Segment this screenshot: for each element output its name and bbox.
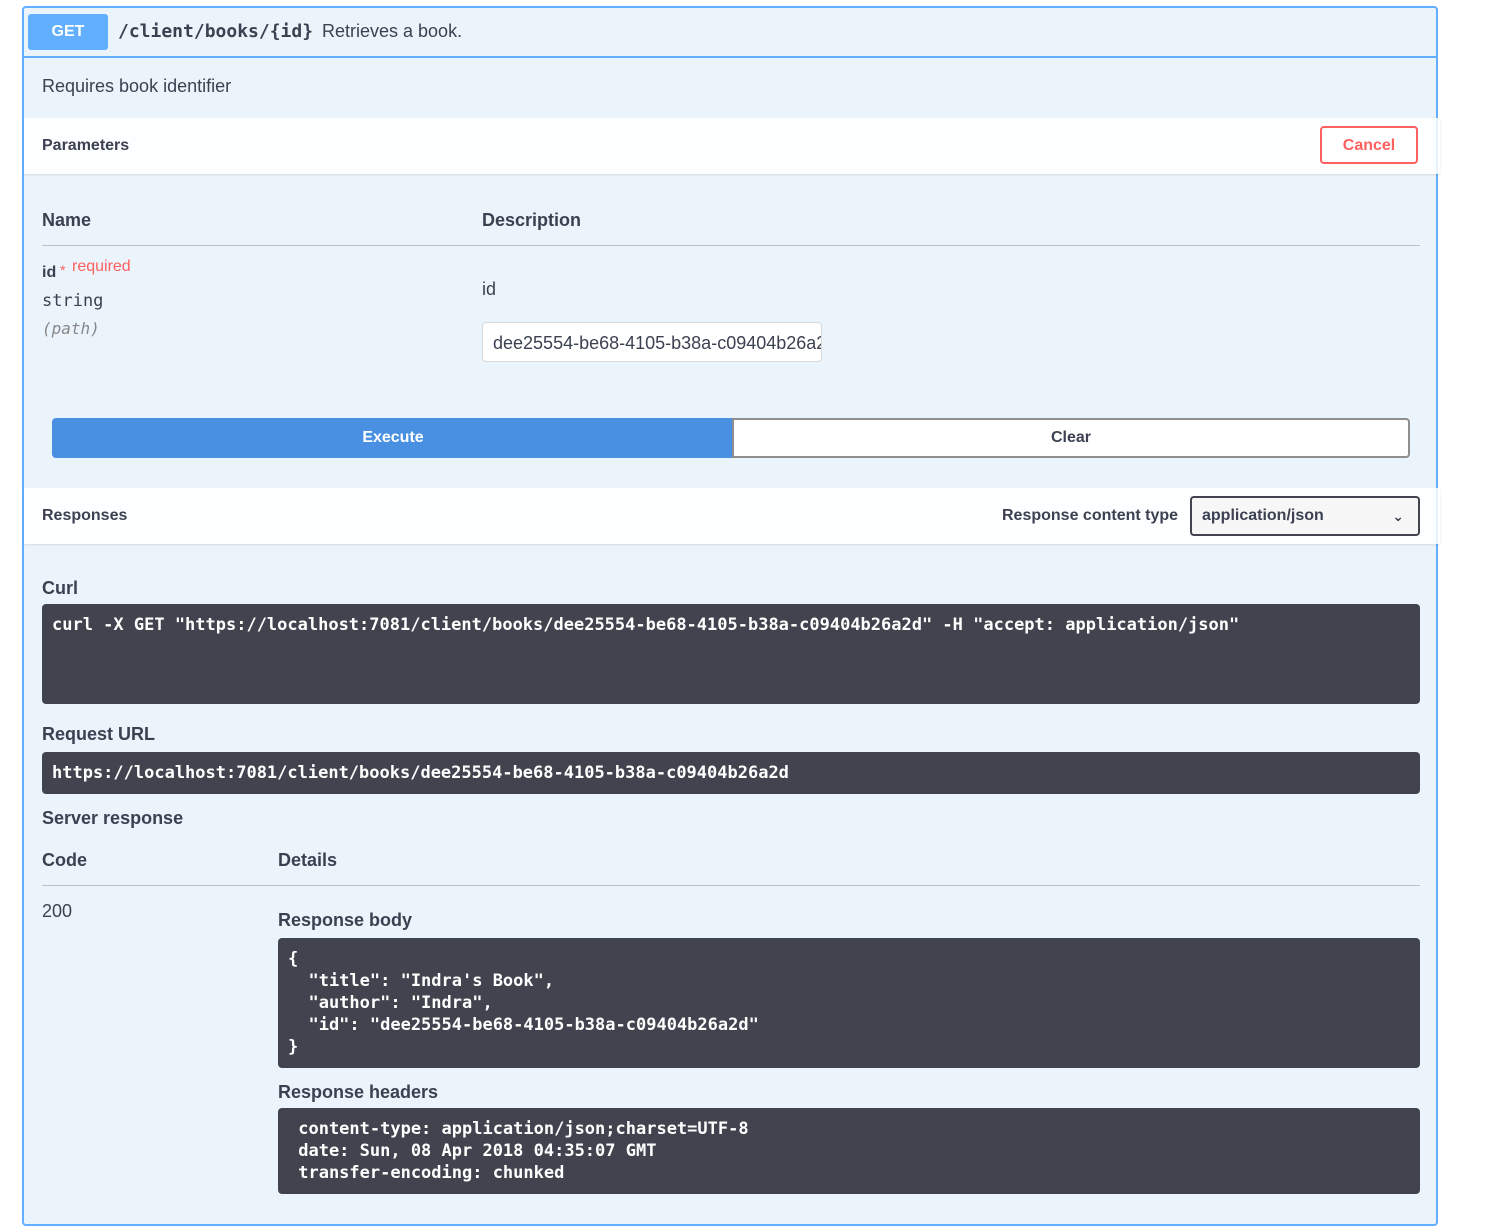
curl-command: curl -X GET "https://localhost:7081/clie… [42, 604, 1420, 704]
response-body: { "title": "Indra's Book", "author": "In… [278, 938, 1420, 1068]
operation-description: Requires book identifier [42, 76, 232, 96]
required-asterisk: * [60, 262, 66, 278]
clear-button[interactable]: Clear [732, 418, 1410, 458]
parameters-header: Parameters Cancel [24, 118, 1440, 174]
id-input[interactable]: dee25554-be68-4105-b38a-c09404b26a2d [482, 322, 822, 362]
operation-block-get-client-books-id: GET /client/books/{id} Retrieves a book.… [22, 6, 1440, 1226]
response-body-label: Response body [278, 910, 413, 930]
operation-path: /client/books/{id} [118, 21, 314, 42]
response-headers-label: Response headers [278, 1082, 439, 1102]
method-badge: GET [28, 14, 108, 50]
response-headers: content-type: application/json;charset=U… [278, 1108, 1420, 1194]
responses-header: Responses Response content type applicat… [24, 488, 1440, 544]
request-url-value: https://localhost:7081/client/books/dee2… [42, 752, 1420, 794]
operation-summary-text: Retrieves a book. [322, 21, 463, 41]
parameters-divider [42, 245, 1420, 246]
curl-label: Curl [42, 578, 78, 598]
required-label: required [72, 258, 131, 275]
response-details-column-header: Details [278, 850, 338, 870]
response-status-code: 200 [42, 901, 73, 921]
parameter-location: (path) [42, 319, 100, 338]
request-url-label: Request URL [42, 724, 156, 744]
response-content-type-select[interactable]: application/json ⌄ [1190, 496, 1420, 536]
response-table-divider [42, 885, 1420, 886]
response-code-column-header: Code [42, 850, 87, 870]
execute-button[interactable]: Execute [52, 418, 734, 458]
responses-title: Responses [42, 507, 128, 524]
response-content-type-value: application/json [1202, 507, 1324, 524]
response-content-type-label: Response content type [1002, 507, 1179, 524]
parameters-name-column-header: Name [42, 210, 92, 230]
parameter-type: string [42, 291, 104, 311]
parameter-name: id [42, 264, 57, 281]
parameters-description-column-header: Description [482, 210, 582, 230]
operation-summary[interactable]: GET /client/books/{id} Retrieves a book. [24, 8, 1436, 58]
parameter-description: id [482, 279, 497, 299]
chevron-down-icon: ⌄ [1392, 508, 1404, 524]
cancel-button[interactable]: Cancel [1320, 126, 1418, 164]
server-response-label: Server response [42, 808, 184, 828]
parameters-title: Parameters [42, 137, 130, 154]
